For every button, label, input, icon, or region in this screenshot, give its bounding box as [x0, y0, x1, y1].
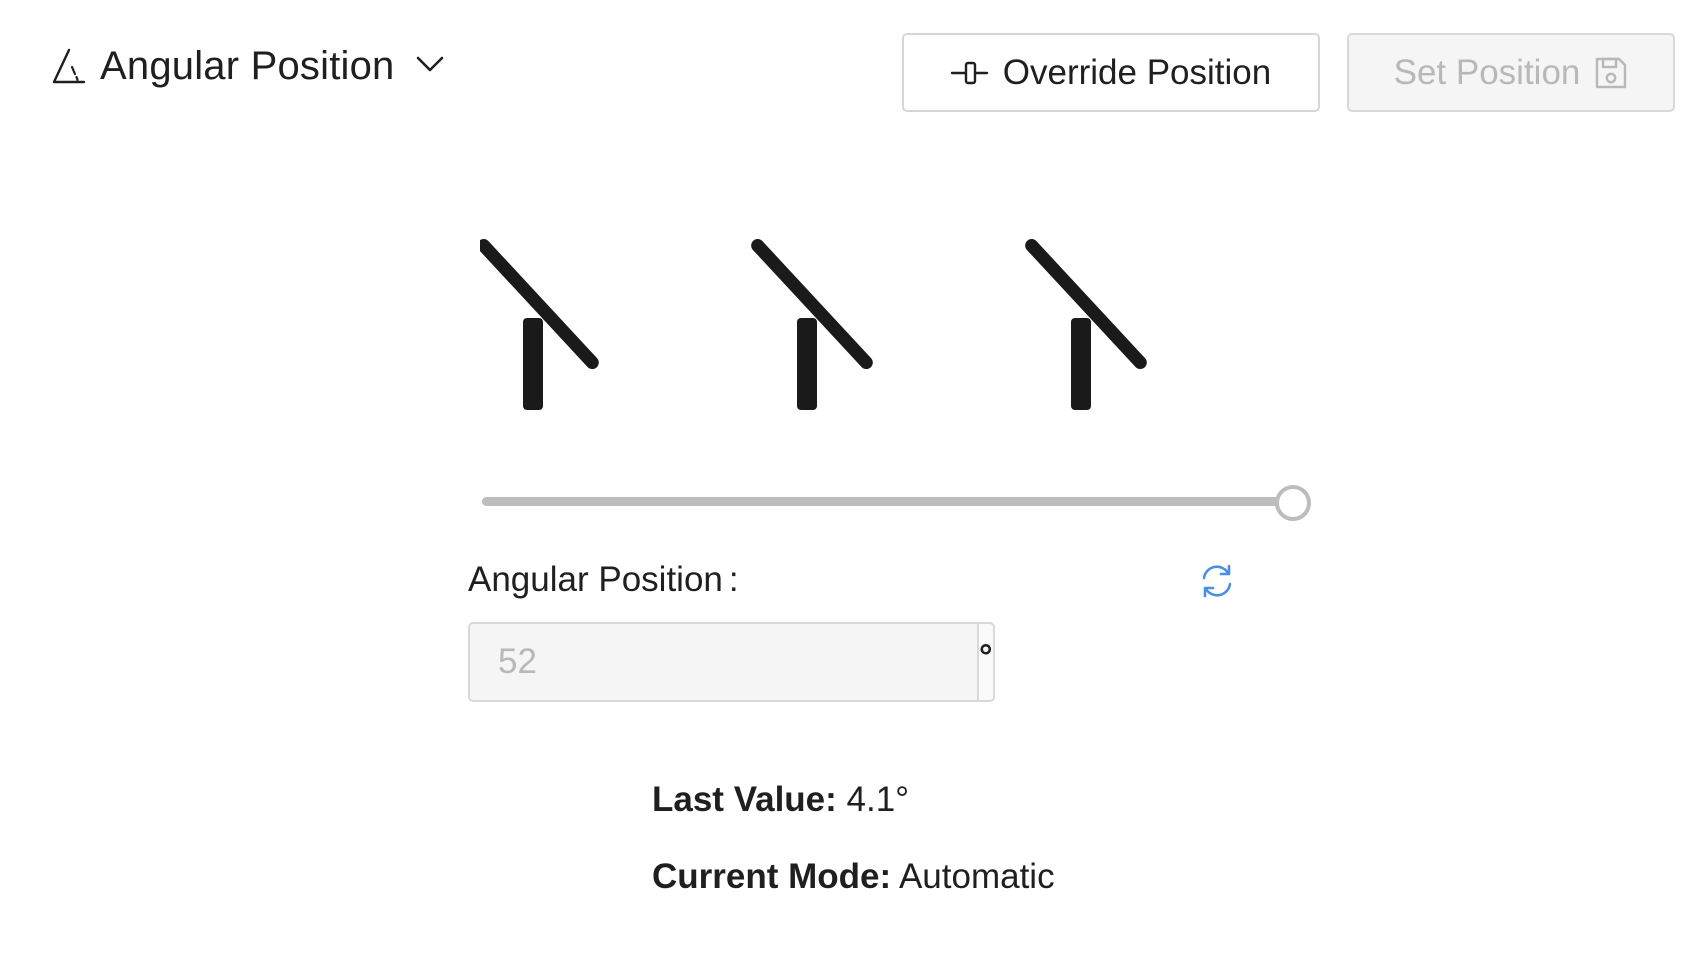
chevron-down-icon — [416, 56, 443, 72]
shutter-post — [1071, 318, 1091, 410]
last-value: 4.1° — [846, 780, 910, 819]
refresh-icon[interactable] — [1198, 562, 1236, 600]
angle-icon — [52, 48, 86, 84]
set-position-button[interactable]: Set Position — [1347, 33, 1675, 112]
page-title: Angular Position — [100, 43, 395, 88]
angular-position-input-group: ° — [468, 622, 995, 702]
save-icon — [1596, 57, 1627, 88]
last-value-key: Last Value: — [652, 780, 837, 819]
shutter-visualization — [480, 239, 1147, 410]
override-position-label: Override Position — [1002, 52, 1272, 92]
field-label-colon: : — [728, 560, 739, 599]
slider-track — [482, 497, 1292, 506]
shutter-post — [523, 318, 543, 410]
current-mode-line: Current Mode: Automatic — [652, 857, 1055, 897]
current-mode-value: Automatic — [898, 857, 1055, 896]
field-label-text: Angular Position — [468, 560, 723, 599]
override-position-button[interactable]: Override Position — [902, 33, 1320, 112]
last-value-line: Last Value: 4.1° — [652, 780, 909, 820]
angle-slider[interactable] — [482, 482, 1311, 522]
current-mode-key: Current Mode: — [652, 857, 892, 896]
set-position-label: Set Position — [1393, 52, 1581, 92]
shutter-post — [797, 318, 817, 410]
override-icon — [950, 61, 988, 84]
angular-position-input[interactable] — [468, 622, 977, 702]
degree-unit-addon: ° — [977, 622, 995, 702]
panel-title-dropdown[interactable]: Angular Position — [52, 40, 445, 92]
angular-position-field-label: Angular Position: — [468, 560, 739, 600]
slider-handle[interactable] — [1275, 485, 1311, 521]
